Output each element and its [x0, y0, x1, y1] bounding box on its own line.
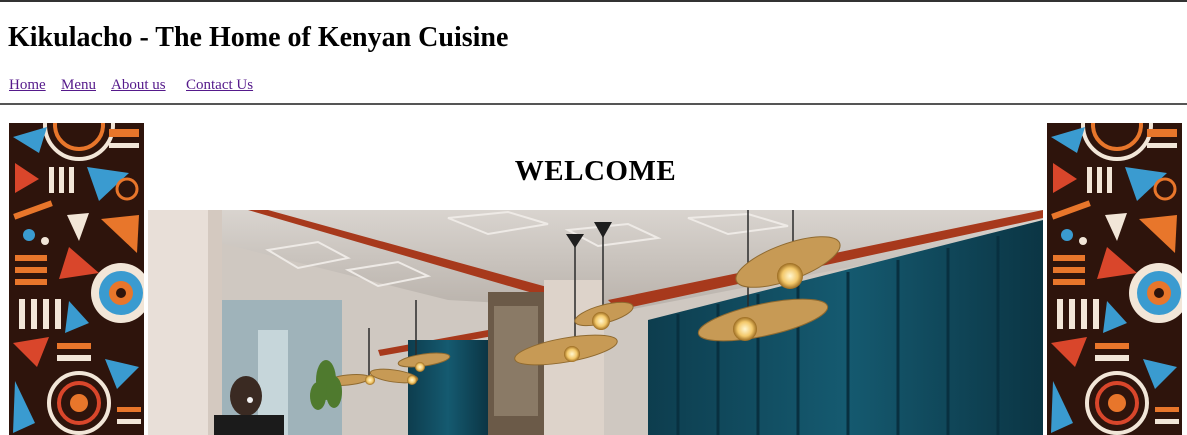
- nav-divider: [0, 103, 1187, 105]
- left-pattern-image: [9, 123, 144, 435]
- welcome-heading: WELCOME: [514, 155, 677, 187]
- restaurant-interior-photo: [148, 210, 1043, 435]
- site-title: Kikulacho - The Home of Kenyan Cuisine: [8, 22, 509, 53]
- top-rule: [0, 0, 1187, 2]
- nav-link-home[interactable]: Home: [9, 77, 46, 94]
- right-pattern-image: [1047, 123, 1182, 435]
- nav-link-contact-us[interactable]: Contact Us: [186, 77, 253, 94]
- nav-link-about-us[interactable]: About us: [111, 77, 166, 94]
- nav-link-menu[interactable]: Menu: [61, 77, 96, 94]
